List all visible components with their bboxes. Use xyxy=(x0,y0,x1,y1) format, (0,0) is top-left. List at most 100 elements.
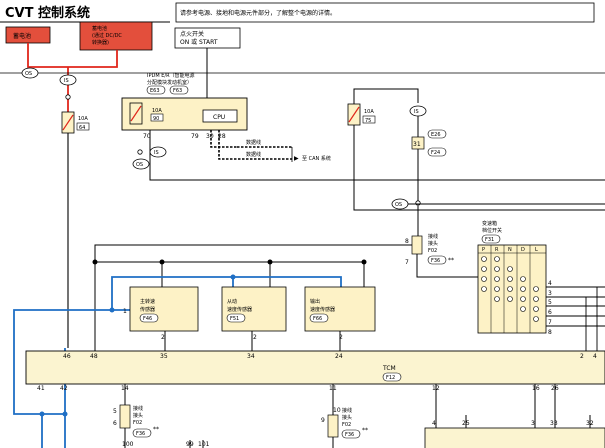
jcm-pin-10: 10 xyxy=(333,407,341,414)
pin-7: 7 xyxy=(405,259,409,266)
joint-upper-f02: F02 xyxy=(428,248,437,254)
conn-f24: F24 xyxy=(431,150,440,156)
os-label-right: OS xyxy=(395,202,402,208)
range-pos-r: R xyxy=(495,247,499,253)
data-line-label-1: 数据线 xyxy=(246,139,261,146)
splice-blue-3 xyxy=(39,411,45,417)
jcl-pin-5: 5 xyxy=(113,408,117,415)
data-line-label-2: 数据线 xyxy=(246,151,261,158)
conn-e26: E26 xyxy=(431,132,441,138)
bottom-pin-101: 101 xyxy=(198,441,210,448)
pin-8: 8 xyxy=(405,238,409,245)
battery-dcdc-line3: 转换器) xyxy=(92,39,109,46)
ipdm-conn2: F63 xyxy=(173,88,182,94)
battery-label: 蓄电池 xyxy=(13,32,31,40)
range-out-4: 4 xyxy=(548,280,552,287)
ipdm-line2: 分配模块发动机室） xyxy=(147,79,192,86)
top-right-feed xyxy=(353,88,419,103)
primary-sensor-pin2: 2 xyxy=(161,334,165,341)
tcm-name: TCM xyxy=(382,365,396,372)
star-upper: ** xyxy=(448,257,454,264)
jcm-label-2: 接头 xyxy=(342,414,352,421)
jcm-pin-9: 9 xyxy=(321,417,325,424)
splice-top-left xyxy=(65,94,71,100)
output-sensor-line1: 输出 xyxy=(310,298,320,305)
to-can-arrow: ▶ xyxy=(294,155,299,162)
range-switch-line1: 变速箱 xyxy=(482,220,497,227)
jcl-f36: F36 xyxy=(136,431,145,437)
splice-sensor-1 xyxy=(92,259,98,265)
joint-upper-label-1: 接线 xyxy=(428,233,438,240)
fuse-64-num: 64 xyxy=(79,125,85,131)
tcm-pin-2: 2 xyxy=(580,353,584,360)
brm-pin-3: 3 xyxy=(531,420,535,427)
joint-connector-upper xyxy=(411,235,423,255)
range-out-5: 5 xyxy=(548,299,552,306)
tcm-pin-42: 42 xyxy=(60,385,68,392)
tcm-pin-34: 34 xyxy=(247,353,255,360)
wiring-diagram: CVT 控制系统 请参考电源、接地和电源元件部分，了解整个电源的详情。 蓄电池 … xyxy=(0,2,605,448)
jcl-pin-6: 6 xyxy=(113,420,117,427)
jcm-label-1: 接线 xyxy=(342,407,352,414)
conn-f12: F12 xyxy=(386,375,395,381)
primary-sensor-pin1: 1 xyxy=(123,308,127,315)
jcm-f02: F02 xyxy=(342,422,351,428)
pin-79: 79 xyxy=(191,133,199,140)
splice-blue-1 xyxy=(109,307,115,313)
brm-pin-4: 4 xyxy=(432,420,436,427)
secondary-sensor-line2: 速度传感器 xyxy=(227,306,252,313)
conn-f36-upper: F36 xyxy=(431,258,440,264)
jcl-f02: F02 xyxy=(133,420,142,426)
range-switch-outputs xyxy=(546,286,605,327)
brm-pin-33: 33 xyxy=(550,420,558,427)
tcm-pin-35: 35 xyxy=(160,353,168,360)
joint-upper-label-2: 接头 xyxy=(428,240,438,247)
tcm-pin-48: 48 xyxy=(90,353,98,360)
conn-f66: F66 xyxy=(313,316,322,322)
is-label-right: IS xyxy=(414,109,419,115)
primary-sensor-line2: 传感器 xyxy=(140,306,155,313)
splice-blue-2 xyxy=(230,274,236,280)
battery-dcdc-line1: 蓄电池 xyxy=(92,25,107,32)
ipdm-line1: IPDM E/R（智能电源 xyxy=(147,72,195,79)
is-label-ipdm: IS xyxy=(154,150,159,156)
ignition-line1: 点火开关 xyxy=(180,30,204,38)
fuse-75-amp: 10A xyxy=(364,109,374,115)
ipdm-conn1: E63 xyxy=(150,88,160,94)
tcm-pin-24: 24 xyxy=(335,353,343,360)
secondary-sensor-line1: 从动 xyxy=(227,298,237,305)
os-label-ipdm: OS xyxy=(136,162,143,168)
range-pos-p: P xyxy=(482,247,485,253)
os-label-top: OS xyxy=(25,71,32,77)
fuse-90-num: 90 xyxy=(153,116,159,122)
ipdm-return-line xyxy=(175,150,605,176)
range-pos-n: N xyxy=(508,247,512,253)
page-title: CVT 控制系统 xyxy=(5,5,90,21)
range-pos-l: L xyxy=(535,247,538,253)
bottom-pin-100: 100 xyxy=(122,441,134,448)
jcl-label-1: 接线 xyxy=(133,405,143,412)
ignition-line2: ON 或 START xyxy=(180,38,218,46)
pin-30: 30 xyxy=(206,133,214,140)
range-out-7: 7 xyxy=(548,319,552,326)
tcm-pin-46: 46 xyxy=(63,353,71,360)
fuse-75-out xyxy=(353,125,605,211)
fuse-90-amp: 10A xyxy=(152,108,162,114)
conn-f51: F51 xyxy=(230,316,239,322)
range-out-8: 8 xyxy=(548,329,552,336)
note-text: 请参考电源、接地和电源元件部分，了解整个电源的详情。 xyxy=(180,9,336,17)
conn-f31: F31 xyxy=(485,237,494,243)
jcm-f36: F36 xyxy=(345,432,354,438)
jcl-star: ** xyxy=(153,426,159,433)
output-sensor-line2: 速度传感器 xyxy=(310,306,335,313)
is-label-top: IS xyxy=(64,78,69,84)
conn-f46: F46 xyxy=(143,316,152,322)
joint-connector-lower-left xyxy=(119,404,131,429)
cpu-label: CPU xyxy=(213,114,225,121)
tcm-module xyxy=(25,350,605,385)
fuse-75-num: 75 xyxy=(365,118,371,124)
range-switch-line2: 档位开关 xyxy=(482,227,502,234)
range-out-3: 3 xyxy=(548,290,552,297)
battery-dcdc-line2: (通过 DC/DC xyxy=(92,32,122,39)
splice-right xyxy=(415,200,421,206)
